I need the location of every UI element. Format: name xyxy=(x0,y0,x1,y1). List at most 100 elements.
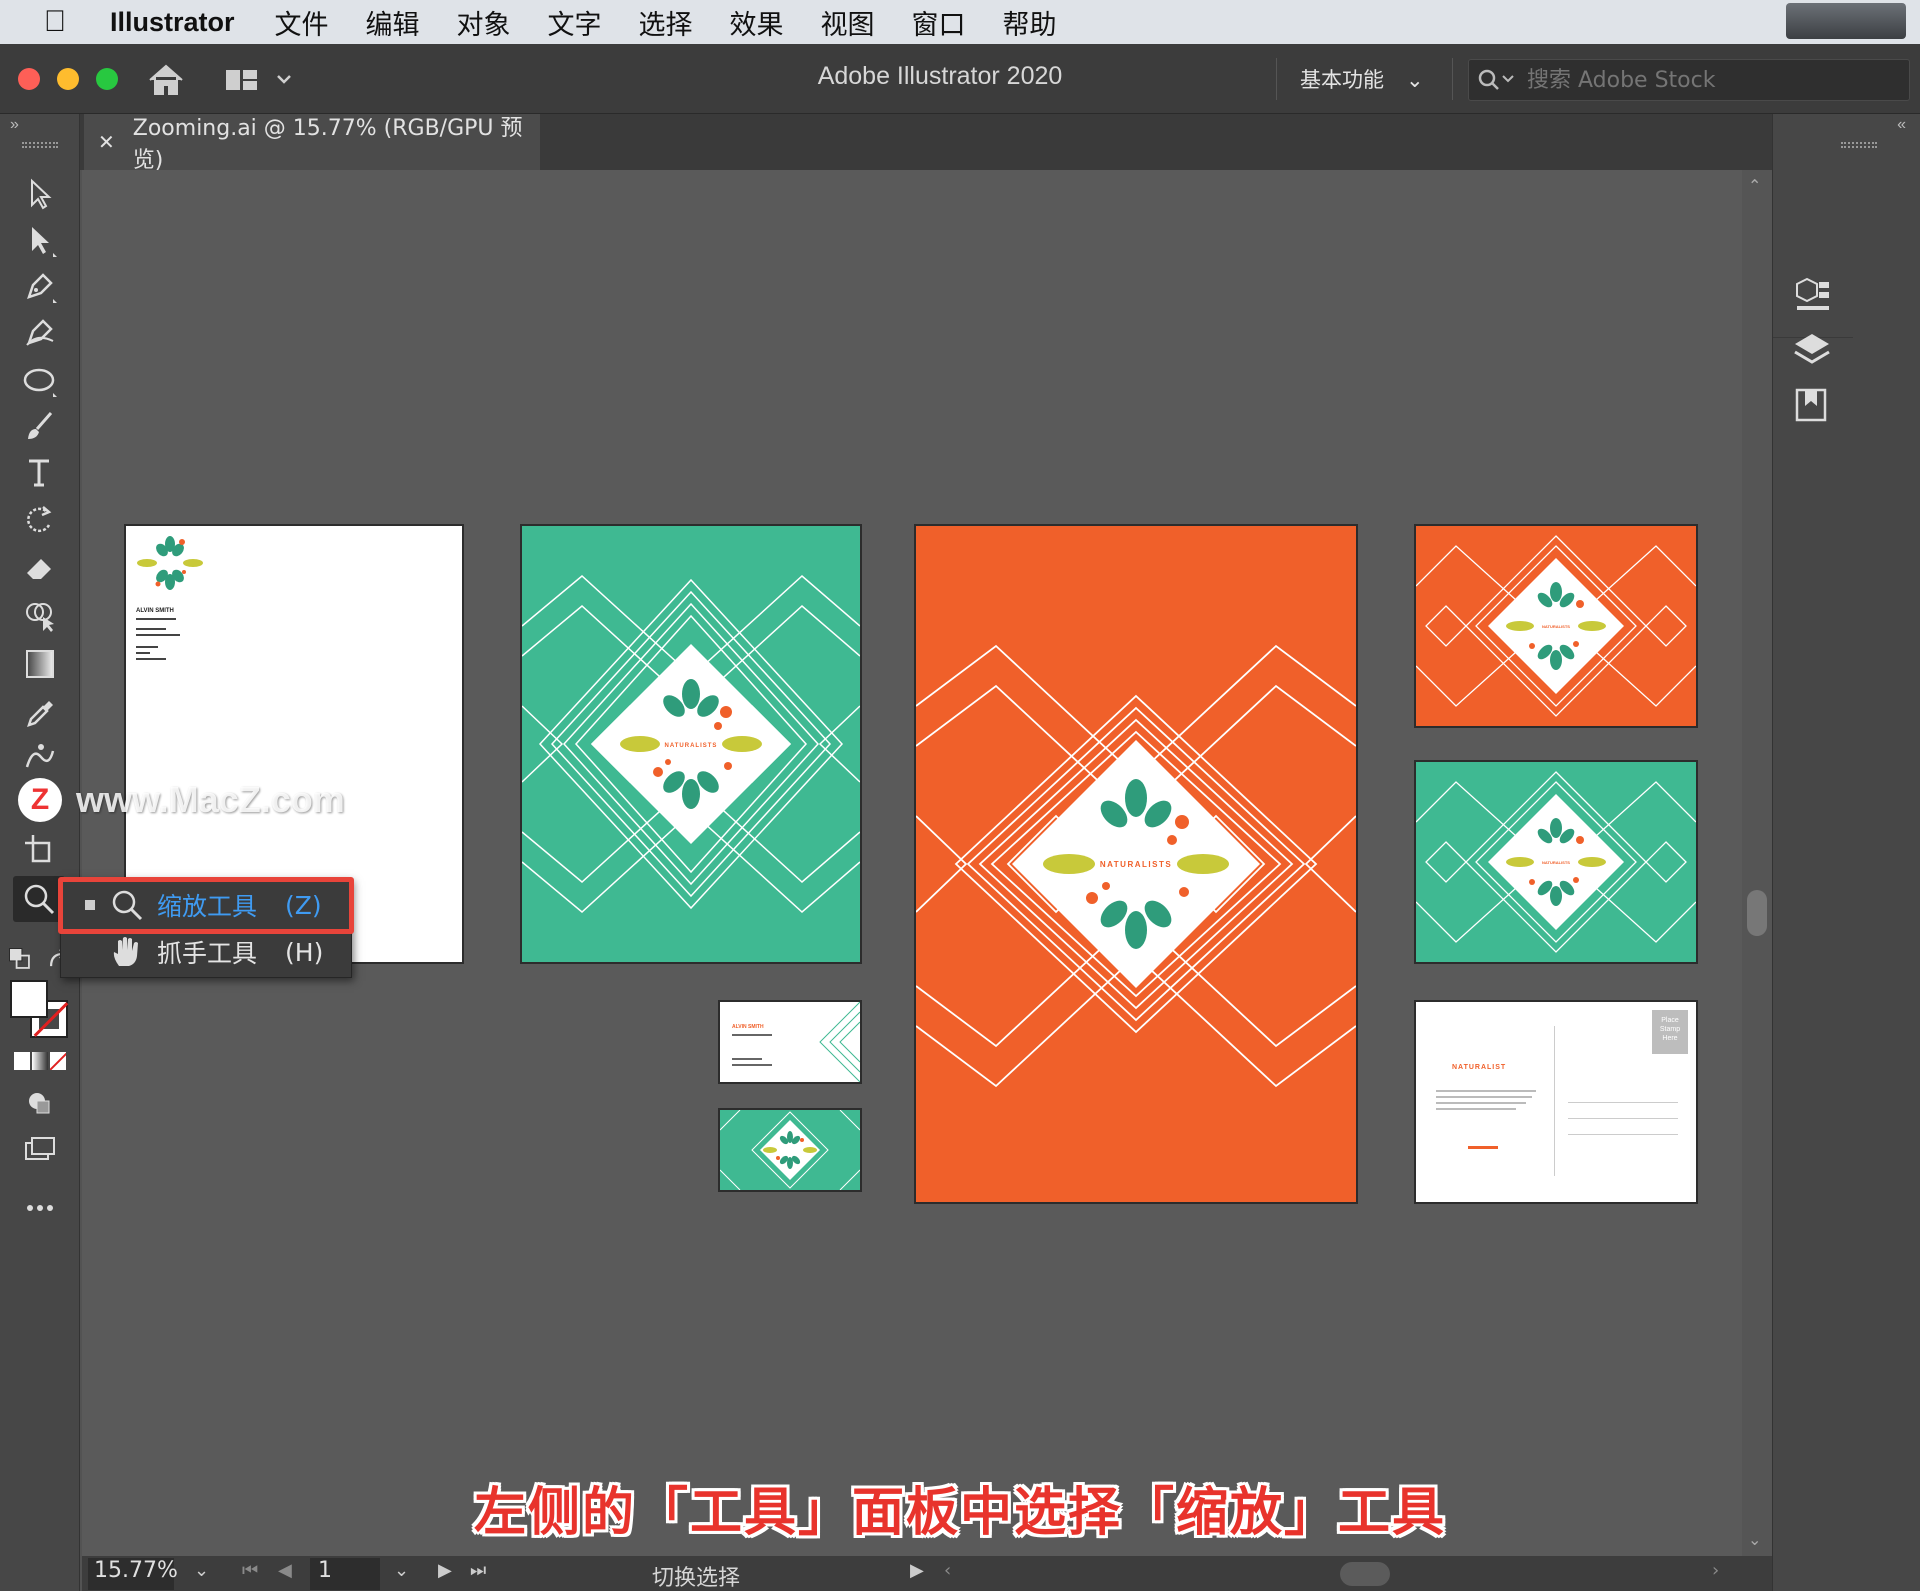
ellipse-tool[interactable] xyxy=(18,360,62,400)
flyout-item-hand[interactable]: 抓手工具 (H) xyxy=(61,929,351,975)
eyedropper-tool[interactable] xyxy=(18,692,62,732)
orange-poster-brand: NATURALISTS xyxy=(1100,860,1172,869)
letterhead-logo xyxy=(137,536,203,590)
horizontal-scroll-thumb[interactable] xyxy=(1340,1562,1390,1586)
close-tab-icon[interactable]: ✕ xyxy=(98,130,115,154)
scroll-right-icon[interactable]: › xyxy=(1712,1560,1719,1581)
type-icon xyxy=(29,459,49,487)
scroll-left-icon[interactable]: ‹ xyxy=(944,1560,951,1581)
artboard-number-field[interactable]: 1 xyxy=(310,1558,380,1590)
artboard-canvas[interactable]: ALVIN SMITH NATURALISTS ALVIN SMITH NATU… xyxy=(82,170,1742,1556)
zoom-dropdown-icon[interactable]: ⌄ xyxy=(194,1560,209,1581)
menu-view[interactable]: 视图 xyxy=(821,3,875,42)
chevron-up-icon[interactable]: ⌃ xyxy=(1748,176,1761,196)
watermark-logo: Z xyxy=(18,778,62,822)
last-artboard-icon[interactable]: ⏭ xyxy=(470,1560,486,1581)
panel-grip[interactable] xyxy=(22,142,58,148)
zoom-level-field[interactable]: 15.77% xyxy=(88,1558,178,1590)
teal-flyer-graphic: NATURALISTS xyxy=(1416,771,1696,953)
minimize-window-button[interactable] xyxy=(57,68,79,90)
collapse-panel-icon[interactable]: « xyxy=(1897,116,1906,134)
expand-panel-icon[interactable]: » xyxy=(10,116,19,134)
workspace-switcher[interactable]: 基本功能 ⌄ xyxy=(1300,64,1424,94)
curvature-pen-icon xyxy=(26,319,54,346)
curvature-tool[interactable] xyxy=(18,312,62,352)
artboard-tool[interactable] xyxy=(18,830,62,870)
puppet-warp-tool[interactable] xyxy=(18,738,62,778)
document-tab[interactable]: ✕ Zooming.ai @ 15.77% (RGB/GPU 预览) xyxy=(84,114,540,173)
artboard-business-card-back[interactable] xyxy=(720,1110,860,1190)
menu-select[interactable]: 选择 xyxy=(639,3,693,42)
pen-icon xyxy=(27,273,57,303)
artboard-orange-flyer[interactable]: NATURALISTS xyxy=(1416,526,1696,726)
direct-selection-arrow-icon xyxy=(32,227,57,257)
dock-grip[interactable] xyxy=(1841,142,1877,148)
home-icon[interactable] xyxy=(146,62,186,98)
artboard-postcard[interactable]: NATURALIST Place Stamp Here xyxy=(1416,1002,1696,1202)
apple-menu-icon[interactable]:  xyxy=(0,5,110,39)
zoom-window-button[interactable] xyxy=(96,68,118,90)
vertical-scrollbar[interactable]: ⌃ ⌄ xyxy=(1742,170,1772,1556)
status-menu-arrow-icon[interactable]: ▶ xyxy=(910,1560,924,1581)
close-window-button[interactable] xyxy=(18,68,40,90)
artboard-dropdown-icon[interactable]: ⌄ xyxy=(394,1560,409,1581)
artboard-business-card-front[interactable]: ALVIN SMITH xyxy=(720,1002,860,1082)
flyout-hand-shortcut: (H) xyxy=(285,937,324,967)
adobe-stock-search[interactable] xyxy=(1468,59,1910,101)
pen-tool[interactable] xyxy=(18,266,62,306)
letterhead-name: ALVIN SMITH xyxy=(136,608,174,614)
menu-edit[interactable]: 编辑 xyxy=(366,3,420,42)
flyout-hand-label: 抓手工具 xyxy=(157,939,258,968)
gradient-tool[interactable] xyxy=(18,644,62,684)
edit-toolbar-button[interactable] xyxy=(18,1188,62,1228)
teal-poster-graphic: NATURALISTS xyxy=(522,574,860,914)
menu-effect[interactable]: 效果 xyxy=(730,3,784,42)
menu-type[interactable]: 文字 xyxy=(548,3,602,42)
type-tool[interactable] xyxy=(18,452,62,492)
libraries-icon[interactable] xyxy=(1791,274,1833,316)
arrange-documents-icon[interactable] xyxy=(224,64,294,96)
vertical-scroll-thumb[interactable] xyxy=(1747,890,1767,936)
tools-panel: » xyxy=(0,114,80,1591)
card-pattern xyxy=(819,1002,860,1082)
menu-window[interactable]: 窗口 xyxy=(912,3,966,42)
teal-poster-brand: NATURALISTS xyxy=(665,743,718,749)
business-card-name: ALVIN SMITH xyxy=(732,1024,764,1030)
mac-menu-bar:  Illustrator 文件 编辑 对象 文字 选择 效果 视图 窗口 帮助 xyxy=(0,0,1920,44)
eyedropper-icon xyxy=(27,701,53,727)
menu-help[interactable]: 帮助 xyxy=(1003,3,1057,42)
app-title-bar: Adobe Illustrator 2020 基本功能 ⌄ xyxy=(0,44,1920,114)
menubar-status-area xyxy=(1786,3,1906,39)
orange-flyer-brand: NATURALISTS xyxy=(1542,624,1570,629)
default-fill-stroke-button[interactable] xyxy=(6,940,36,980)
artboard-teal-flyer[interactable]: NATURALISTS xyxy=(1416,762,1696,962)
fill-stroke-swatch[interactable] xyxy=(10,980,70,1040)
paintbrush-tool[interactable] xyxy=(18,406,62,446)
dock-icon-column xyxy=(1773,156,1853,422)
rotate-tool[interactable] xyxy=(18,500,62,540)
menu-app-name[interactable]: Illustrator xyxy=(110,7,235,38)
shape-builder-tool[interactable] xyxy=(18,596,62,636)
next-artboard-icon[interactable]: ▶ xyxy=(438,1560,452,1581)
orange-poster-graphic: NATURALISTS xyxy=(916,644,1356,1088)
artboards-panel-icon[interactable] xyxy=(1791,384,1833,426)
screen-mode-button[interactable] xyxy=(18,1130,62,1170)
selection-tool[interactable] xyxy=(18,174,62,214)
eraser-tool[interactable] xyxy=(18,548,62,588)
previous-artboard-icon[interactable]: ◀ xyxy=(278,1560,292,1581)
document-tab-title: Zooming.ai @ 15.77% (RGB/GPU 预览) xyxy=(132,116,523,173)
stock-search-input[interactable] xyxy=(1527,67,1887,93)
menu-file[interactable]: 文件 xyxy=(275,3,329,42)
draw-mode-button[interactable] xyxy=(18,1084,62,1124)
menu-object[interactable]: 对象 xyxy=(457,3,511,42)
direct-selection-tool[interactable] xyxy=(18,220,62,260)
color-mode-buttons[interactable] xyxy=(14,1052,66,1070)
fill-swatch[interactable] xyxy=(10,980,48,1018)
first-artboard-icon[interactable]: ⏮ xyxy=(242,1560,258,1581)
artboard-teal-poster[interactable]: NATURALISTS xyxy=(522,526,860,962)
layers-icon[interactable] xyxy=(1791,330,1833,372)
hand-icon xyxy=(113,937,138,966)
artboard-orange-poster[interactable]: NATURALISTS xyxy=(916,526,1356,1202)
titlebar-divider xyxy=(1452,58,1453,100)
selection-arrow-icon xyxy=(31,178,52,210)
